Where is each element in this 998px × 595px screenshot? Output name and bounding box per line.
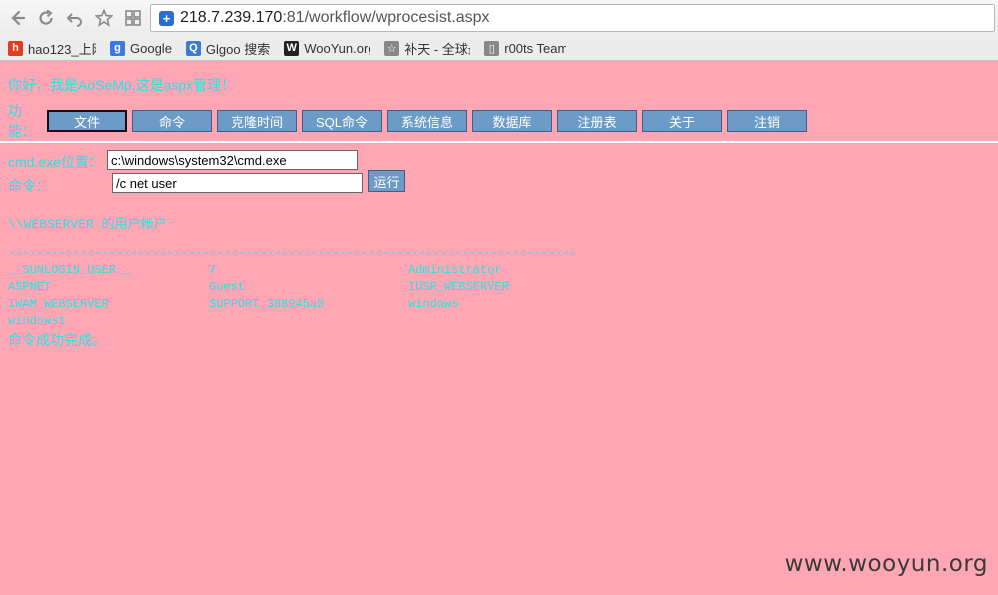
grid-icon[interactable] [121, 6, 145, 30]
function-button[interactable]: 克隆时间 [217, 110, 297, 132]
bookmark-item[interactable]: W WooYun.org [284, 40, 371, 56]
user-name: 7 [209, 263, 217, 277]
address-bar[interactable]: + 218.7.239.170:81/workflow/wprocesist.a… [150, 4, 995, 32]
output-separator: ----------------------------------------… [8, 246, 577, 260]
function-buttons: 文件 命令 克隆时间 SQL命令 系统信息 数据库 注册表 关于 注销 [47, 110, 812, 132]
function-button[interactable]: 数据库 [472, 110, 552, 132]
user-list: __SUNLOGIN_USER__ 7 Administrator ASPNET Gue… [8, 263, 708, 331]
browser-toolbar: + 218.7.239.170:81/workflow/wprocesist.a… [0, 0, 998, 36]
bookmark-item[interactable]: ☆补天 - 全球最 [384, 39, 470, 58]
function-button[interactable]: 注册表 [557, 110, 637, 132]
divider [0, 141, 998, 143]
user-row: __SUNLOGIN_USER__ 7 Administrator [8, 263, 708, 280]
function-button[interactable]: 命令 [132, 110, 212, 132]
run-button[interactable]: 运行 [368, 170, 405, 192]
bookmark-label: Google [130, 40, 172, 56]
function-button[interactable]: 文件 [47, 110, 127, 132]
star-icon: ☆ [384, 40, 400, 56]
hao123-icon: h [8, 40, 23, 56]
cmd-path-input[interactable] [107, 150, 358, 170]
command-label: 命令： [8, 178, 50, 194]
command-input[interactable] [112, 173, 363, 193]
command-complete-text: 命令成功完成。 [8, 332, 106, 348]
google-icon: g [110, 40, 125, 56]
bookmark-item[interactable]: Q Glgoo 搜索 [185, 39, 271, 58]
url-text[interactable]: 218.7.239.170:81/workflow/wprocesist.asp… [180, 9, 490, 27]
star-icon[interactable] [92, 6, 116, 30]
page-icon: ▯ [484, 40, 500, 56]
user-name: __SUNLOGIN_USER__ [8, 263, 131, 277]
user-row: windows1 [8, 314, 708, 331]
url-path: :81/workflow/wprocesist.aspx [282, 9, 490, 26]
function-button[interactable]: 关于 [642, 110, 722, 132]
user-name: Guest [209, 280, 246, 294]
function-button[interactable]: 注销 [727, 110, 807, 132]
user-name: IUSR_WEBSERVER [408, 280, 509, 294]
bookmarks-bar: h hao123_上网 g Google QGlgoo 搜索 WWooYun.org ☆补天… [0, 36, 998, 61]
wooyun-icon: W [284, 40, 300, 56]
user-row: ASPNET Guest IUSR_WEBSERVER [8, 280, 708, 297]
user-name: windows1 [8, 314, 66, 328]
user-name: Administrator [408, 263, 502, 277]
greeting-text: 你好，我是AoSeMp,这是aspx管理！ [8, 77, 236, 93]
bookmark-item[interactable]: h hao123_上网 [8, 39, 96, 58]
page-content: 你好，我是AoSeMp,这是aspx管理！ 功能： 文件 命令 克隆时间 SQL命令系… [0, 61, 998, 595]
bookmark-label: r00ts Team [504, 40, 567, 56]
cmd-path-label: cmd.exe位置： [8, 154, 103, 170]
bookmark-label: hao123_上网 [28, 41, 96, 57]
user-row: IWAM_WEBSERVER SUPPORT_388945a0 windows [8, 297, 708, 314]
function-button[interactable]: SQL命令 [302, 110, 382, 132]
user-name: IWAM_WEBSERVER [8, 297, 109, 311]
bookmark-label: Glgoo 搜索 [205, 41, 271, 57]
output-title: \\WEBSERVER 的用户帐户 [8, 217, 167, 232]
function-button[interactable]: 系统信息 [387, 110, 467, 132]
function-label: 功能： [8, 103, 36, 139]
bookmark-label: 补天 - 全球最 [404, 41, 470, 57]
watermark: www.wooyun.org [784, 551, 988, 577]
url-host: 218.7.239.170 [180, 9, 283, 26]
undo-icon[interactable] [63, 6, 87, 30]
back-icon[interactable] [5, 6, 29, 30]
bookmark-label: WooYun.org [304, 40, 371, 56]
site-shield-icon: + [159, 10, 174, 26]
user-name: ASPNET [8, 280, 52, 294]
bookmark-item[interactable]: g Google [110, 40, 172, 56]
user-name: windows [408, 297, 459, 311]
bookmark-item[interactable]: ▯ r00ts Team [484, 40, 567, 56]
reload-icon[interactable] [34, 6, 58, 30]
function-menu: 功能： 文件 命令 克隆时间 SQL命令 系统信息 数据库 注册表 关于 注销 [8, 103, 812, 139]
user-name: SUPPORT_388945a0 [209, 297, 325, 311]
search-icon: Q [185, 40, 201, 56]
